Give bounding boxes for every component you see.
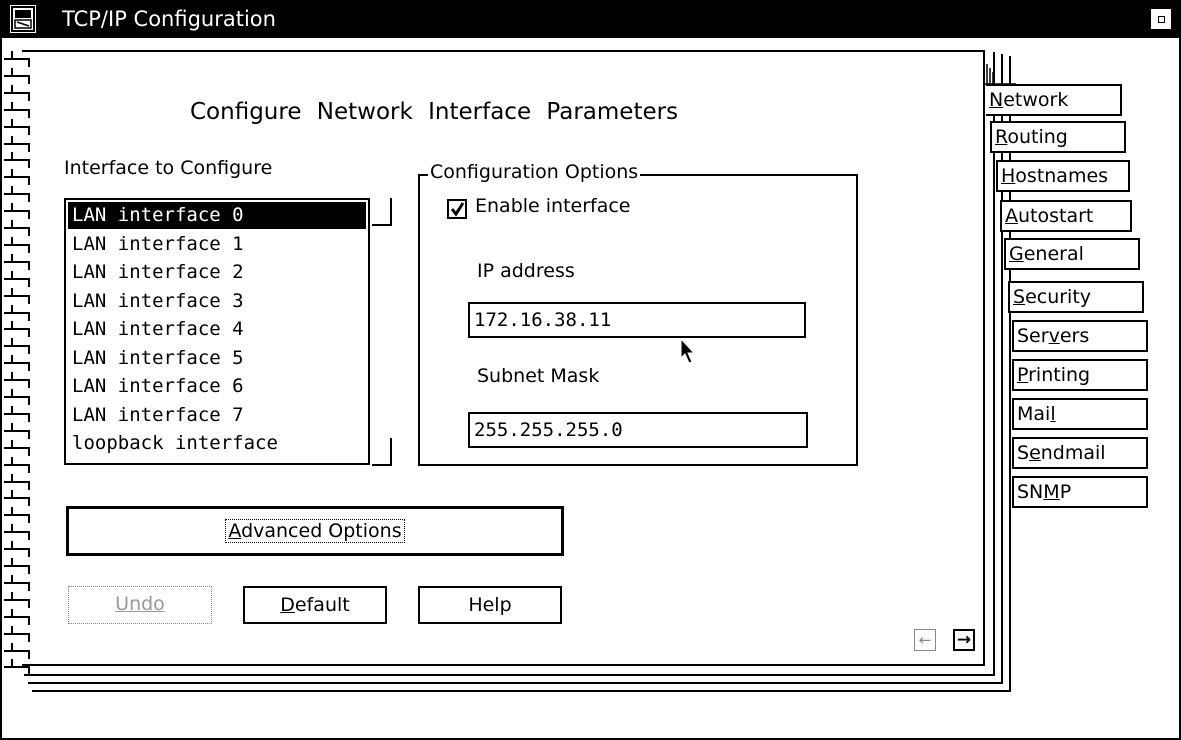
ip-address-label: IP address: [477, 260, 575, 282]
subnet-mask-field[interactable]: 255.255.255.0: [468, 412, 808, 448]
interface-list-label: Interface to Configure: [64, 157, 273, 179]
spiral-ring: [4, 287, 30, 304]
undo-label: Undo: [115, 593, 165, 615]
spiral-ring: [4, 473, 30, 490]
default-button[interactable]: Default: [243, 586, 387, 624]
system-menu-icon[interactable]: [10, 5, 36, 33]
spiral-ring: [4, 84, 30, 101]
spiral-ring: [4, 507, 30, 524]
window-title: TCP/IP Configuration: [62, 7, 276, 31]
spiral-ring: [4, 321, 30, 338]
interface-list-item[interactable]: loopback interface: [68, 430, 366, 457]
interface-list-item[interactable]: LAN interface 0: [68, 202, 366, 229]
spiral-ring: [4, 67, 30, 84]
spiral-ring: [4, 372, 30, 389]
advanced-options-button[interactable]: Advanced Options: [66, 506, 564, 556]
spiral-ring: [4, 253, 30, 270]
tab-servers[interactable]: Servers: [1012, 320, 1148, 352]
spiral-ring: [4, 220, 30, 236]
tab-network[interactable]: Network: [986, 84, 1122, 116]
interface-list-item[interactable]: LAN interface 7: [68, 402, 366, 429]
default-label: Default: [280, 594, 350, 616]
spiral-ring: [4, 490, 30, 507]
ip-address-field[interactable]: 172.16.38.11: [468, 302, 806, 338]
spiral-ring: [4, 186, 30, 203]
title-bar[interactable]: TCP/IP Configuration: [0, 0, 1181, 38]
help-button[interactable]: Help: [418, 586, 562, 624]
spiral-ring: [4, 355, 30, 372]
mouse-pointer-icon: [680, 337, 698, 370]
arrow-left-icon[interactable]: ←: [914, 629, 936, 651]
tab-routing[interactable]: Routing: [990, 121, 1126, 153]
spiral-ring: [4, 574, 30, 591]
spiral-ring: [4, 405, 30, 422]
spiral-ring: [4, 51, 30, 67]
interface-list-item[interactable]: LAN interface 5: [68, 345, 366, 372]
enable-interface-checkbox[interactable]: [447, 199, 467, 219]
advanced-options-label: Advanced Options: [225, 519, 405, 543]
listbox-scrollbar-top[interactable]: [372, 198, 392, 226]
spiral-ring: [4, 304, 30, 321]
tab-autostart[interactable]: Autostart: [1000, 200, 1132, 232]
spiral-ring: [4, 169, 30, 186]
tab-snmp[interactable]: SNMP: [1012, 476, 1148, 508]
spiral-ring: [4, 118, 30, 135]
interface-list-item[interactable]: LAN interface 1: [68, 231, 366, 258]
spiral-ring: [4, 558, 30, 574]
spiral-ring: [4, 338, 30, 355]
configuration-options-legend: Configuration Options: [428, 161, 641, 183]
arrow-right-icon[interactable]: →: [953, 629, 975, 651]
spiral-ring: [4, 270, 30, 287]
interface-list-item[interactable]: LAN interface 3: [68, 288, 366, 315]
maximize-icon[interactable]: [1150, 8, 1172, 30]
spiral-ring: [4, 625, 30, 642]
tab-hostnames[interactable]: Hostnames: [996, 160, 1130, 192]
spiral-ring: [4, 456, 30, 473]
tab-security[interactable]: Security: [1008, 281, 1144, 313]
spiral-ring: [4, 524, 30, 541]
spiral-ring: [4, 101, 30, 118]
tab-sendmail[interactable]: Sendmail: [1012, 437, 1148, 469]
subnet-mask-label: Subnet Mask: [477, 365, 600, 387]
spiral-ring: [4, 203, 30, 220]
undo-button[interactable]: Undo: [68, 586, 212, 624]
interface-list-item[interactable]: LAN interface 2: [68, 259, 366, 286]
tab-mail[interactable]: Mail: [1012, 398, 1148, 430]
spiral-ring: [4, 236, 30, 253]
page-heading: Configure Network Interface Parameters: [190, 99, 679, 125]
interface-list-item[interactable]: LAN interface 6: [68, 373, 366, 400]
listbox-scrollbar-bottom[interactable]: [372, 438, 392, 466]
spiral-ring: [4, 659, 30, 676]
notebook-spiral-binding: [4, 50, 32, 680]
spiral-ring: [4, 608, 30, 625]
tab-general[interactable]: General: [1004, 238, 1140, 270]
spiral-ring: [4, 389, 30, 405]
checkmark-icon: [450, 202, 465, 217]
interface-listbox[interactable]: LAN interface 0 LAN interface 1 LAN interf…: [64, 198, 370, 465]
spiral-ring: [4, 541, 30, 558]
interface-list-item[interactable]: LAN interface 4: [68, 316, 366, 343]
spiral-ring: [4, 642, 30, 659]
spiral-ring: [4, 152, 30, 169]
spiral-ring: [4, 591, 30, 608]
enable-interface-label[interactable]: Enable interface: [475, 195, 631, 217]
spiral-ring: [4, 422, 30, 439]
spiral-ring: [4, 439, 30, 456]
spiral-ring: [4, 135, 30, 152]
tab-printing[interactable]: Printing: [1012, 359, 1148, 391]
